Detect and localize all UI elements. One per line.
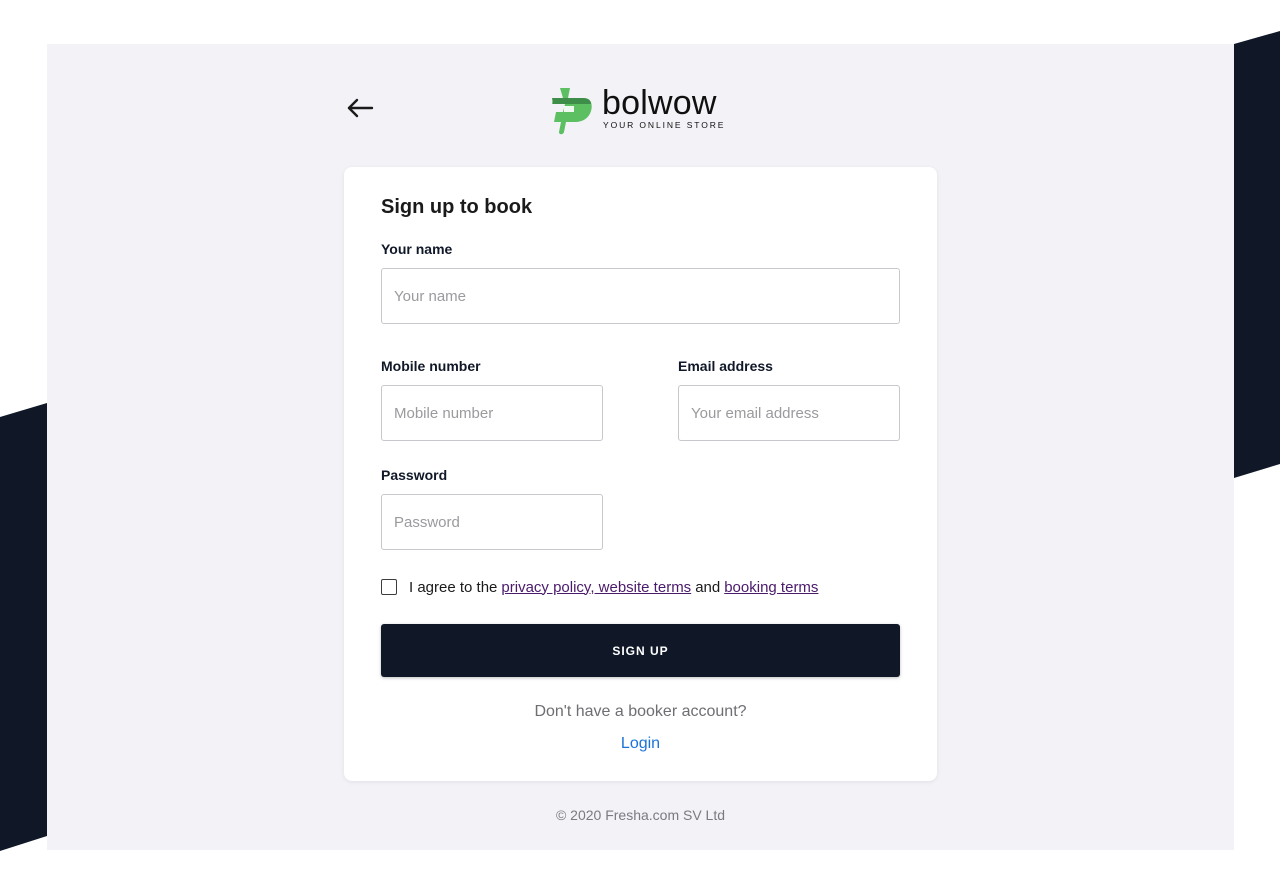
terms-agreement: I agree to the privacy policy, website t… (381, 577, 818, 597)
mobile-label: Mobile number (381, 358, 481, 374)
privacy-policy-link[interactable]: privacy policy, website terms (501, 579, 691, 596)
sign-up-button[interactable]: SIGN UP (381, 624, 900, 677)
email-input[interactable] (678, 385, 900, 441)
terms-checkbox[interactable] (381, 579, 397, 595)
footer-copyright: © 2020 Fresha.com SV Ltd (555, 807, 726, 823)
booking-terms-link[interactable]: booking terms (724, 579, 818, 596)
arrow-left-icon (346, 98, 374, 123)
login-link[interactable]: Login (621, 735, 660, 752)
brand-tagline: YOUR ONLINE STORE (603, 120, 726, 130)
login-link-wrapper: Login (344, 735, 937, 753)
terms-prefix-text: I agree to the (409, 578, 498, 596)
terms-and-text: and (695, 578, 721, 596)
form-title: Sign up to book (381, 196, 533, 218)
account-prompt: Don't have a booker account? (534, 703, 747, 720)
mobile-input[interactable] (381, 385, 603, 441)
password-input[interactable] (381, 494, 603, 550)
brand-name: bolwow (602, 84, 717, 122)
back-button[interactable] (344, 94, 376, 126)
name-label: Your name (381, 241, 453, 257)
password-label: Password (381, 467, 448, 483)
brand-mark-icon (552, 88, 592, 135)
page: bolwow YOUR ONLINE STORE Sign up to book… (0, 0, 1280, 892)
name-input[interactable] (381, 268, 900, 324)
signup-card: Sign up to book Your name Mobile number … (344, 167, 937, 781)
brand-logo: bolwow YOUR ONLINE STORE (550, 84, 740, 136)
email-label: Email address (678, 358, 773, 374)
